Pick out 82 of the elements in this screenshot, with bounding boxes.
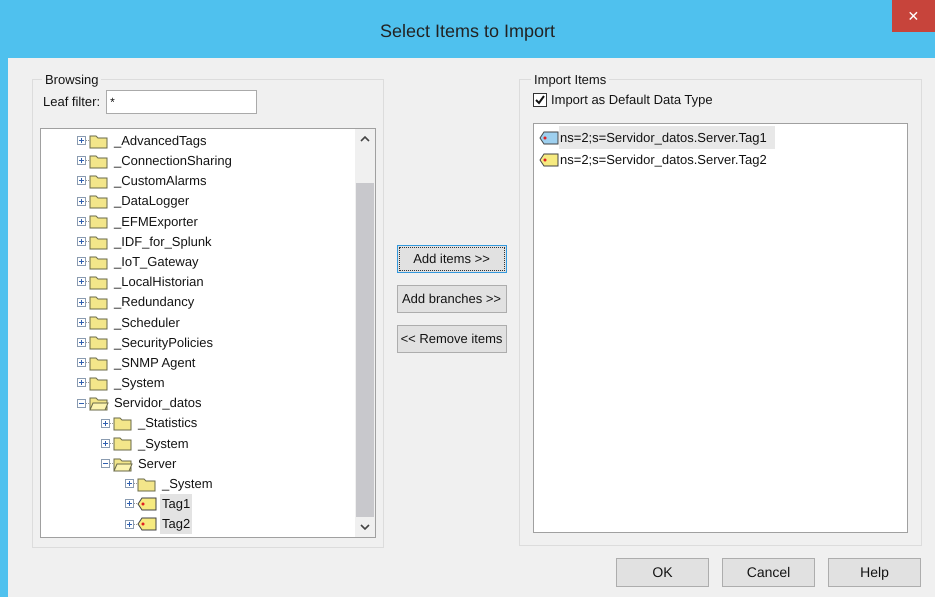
tree-item[interactable]: Servidor_datos: [112, 393, 204, 413]
collapse-toggle[interactable]: [101, 459, 110, 468]
expand-toggle[interactable]: [125, 520, 134, 529]
tree-item[interactable]: _EFMExporter: [112, 212, 200, 232]
folder-icon: [89, 132, 109, 149]
tree-item[interactable]: _System: [136, 434, 191, 454]
folder-icon: [113, 435, 133, 452]
folder-icon: [89, 374, 109, 391]
folder-icon: [89, 172, 109, 189]
folder-icon: [113, 415, 133, 432]
folder-icon: [89, 334, 109, 350]
scrollbar[interactable]: [355, 128, 375, 536]
filter-field[interactable]: *: [106, 90, 258, 114]
folder-icon: [89, 152, 109, 169]
import-item[interactable]: ns=2;s=Servidor_datos.Server.Tag1: [559, 126, 775, 150]
tree-item[interactable]: _System: [160, 474, 215, 494]
expand-toggle[interactable]: [125, 499, 134, 508]
folder-icon: [89, 213, 109, 230]
tree-item[interactable]: _AdvancedTags: [112, 130, 209, 150]
tree-item[interactable]: _LocalHistorian: [112, 272, 206, 292]
dialog-button[interactable]: Cancel: [722, 558, 815, 587]
folder-icon: [89, 193, 109, 210]
expand-toggle[interactable]: [77, 156, 86, 166]
close-button[interactable]: ✕: [892, 0, 935, 32]
tree-item[interactable]: _System: [112, 373, 167, 393]
tag-icon: [137, 496, 157, 511]
expand-toggle[interactable]: [77, 378, 86, 388]
expand-toggle[interactable]: [77, 358, 86, 368]
folder-icon: [89, 254, 109, 270]
tree-item[interactable]: Tag1: [160, 494, 192, 514]
tree-item[interactable]: _IoT_Gateway: [112, 252, 201, 272]
tree-item[interactable]: _DataLogger: [112, 191, 192, 211]
move-button[interactable]: Add branches >>: [396, 285, 506, 313]
expand-toggle[interactable]: [77, 196, 86, 206]
scroll-up-icon[interactable]: [360, 136, 370, 142]
tree-item[interactable]: Tag2: [160, 514, 192, 534]
expand-toggle[interactable]: [77, 237, 86, 246]
tree-item[interactable]: _CustomAlarms: [112, 171, 208, 191]
expand-toggle[interactable]: [77, 338, 86, 347]
expand-toggle[interactable]: [77, 136, 86, 146]
expand-toggle[interactable]: [77, 216, 86, 226]
expand-toggle[interactable]: [101, 438, 110, 448]
import-item[interactable]: ns=2;s=Servidor_datos.Server.Tag2: [559, 148, 768, 172]
filter-label: Leaf filter:: [43, 92, 100, 111]
checkbox[interactable]: [533, 92, 547, 106]
expand-toggle[interactable]: [77, 176, 86, 186]
window-title: Select Items to Import: [380, 20, 556, 43]
tree-item[interactable]: _ConnectionSharing: [112, 151, 234, 171]
open-folder-icon: [89, 395, 109, 412]
folder-icon: [137, 476, 157, 492]
tag-icon: [137, 517, 157, 532]
dialog-button[interactable]: Help: [828, 558, 921, 587]
tag-icon: [539, 152, 559, 166]
check-icon: [535, 94, 545, 104]
checkbox-label: Import as Default Data Type: [551, 90, 713, 109]
expand-toggle[interactable]: [101, 418, 110, 428]
tree-item[interactable]: _IDF_for_Splunk: [112, 232, 214, 252]
expand-toggle[interactable]: [77, 318, 86, 327]
move-button[interactable]: Add items >>: [396, 245, 506, 273]
group-label: Browsing: [44, 71, 100, 89]
tree-item[interactable]: _Statistics: [136, 413, 200, 433]
folder-icon: [89, 314, 109, 330]
tree-item[interactable]: _SecurityPolicies: [112, 332, 215, 352]
expand-toggle[interactable]: [77, 298, 86, 307]
expand-toggle[interactable]: [77, 277, 86, 286]
open-folder-icon: [113, 456, 133, 472]
dialog-button[interactable]: OK: [616, 558, 709, 587]
folder-icon: [89, 234, 109, 250]
folder-icon: [89, 294, 109, 310]
folder-icon: [89, 274, 109, 290]
tree-item[interactable]: _Redundancy: [112, 292, 196, 312]
tree-item[interactable]: Server: [136, 454, 178, 474]
tree-item[interactable]: _SNMP Agent: [112, 352, 198, 372]
move-button[interactable]: << Remove items: [396, 325, 506, 353]
expand-toggle[interactable]: [77, 257, 86, 266]
collapse-toggle[interactable]: [77, 398, 86, 408]
tree-item[interactable]: _Scheduler: [112, 312, 182, 332]
group-label: Import Items: [533, 71, 608, 89]
tag-icon: [539, 130, 559, 144]
folder-icon: [89, 354, 109, 371]
scroll-down-icon[interactable]: [360, 524, 370, 530]
expand-toggle[interactable]: [125, 479, 134, 488]
